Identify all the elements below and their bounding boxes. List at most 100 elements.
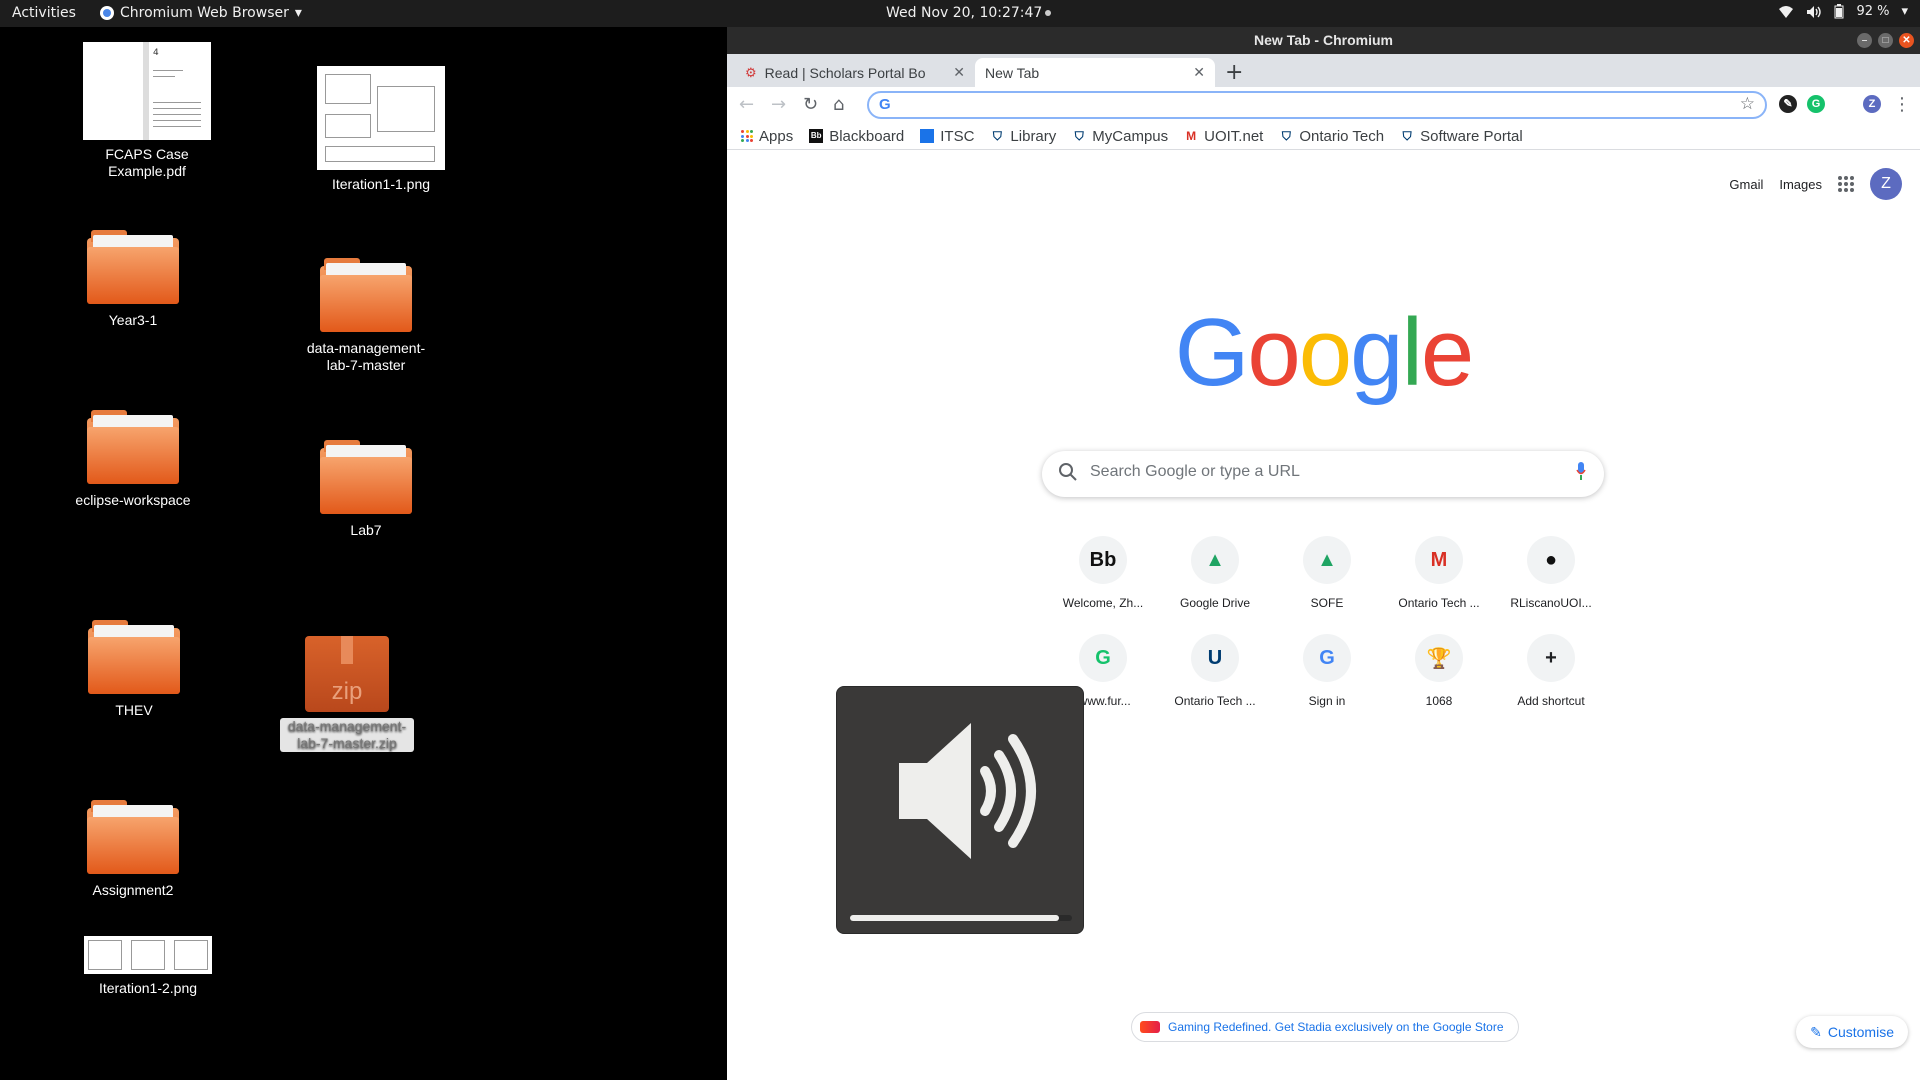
bookmark-label: Software Portal — [1420, 127, 1523, 145]
forward-arrow-icon[interactable]: → — [771, 94, 786, 115]
shortcut-tile[interactable]: ▲ SOFE — [1271, 536, 1383, 610]
speaker-volume-high-icon — [899, 723, 1036, 859]
tab-scholars-portal[interactable]: ⚙ Read | Scholars Portal Bo ✕ — [735, 58, 975, 87]
shortcut-tile[interactable]: G Sign in — [1271, 634, 1383, 708]
bookmarks-bar: Apps Bb Blackboard ITSC ⛉ Library ⛉ MyCa… — [727, 123, 1920, 150]
bookmark-label: ITSC — [940, 127, 975, 145]
app-menu[interactable]: Chromium Web Browser ▾ — [100, 5, 302, 21]
wifi-icon — [1779, 5, 1794, 18]
folder-icon — [87, 230, 179, 304]
bookmark-star-icon[interactable]: ☆ — [1740, 94, 1755, 114]
folder-icon — [320, 440, 412, 514]
window-titlebar[interactable]: New Tab - Chromium – □ ✕ — [727, 27, 1920, 54]
desktop-folder-lab7[interactable]: Lab7 — [281, 440, 451, 539]
ntp-search-input[interactable] — [1090, 463, 1550, 481]
bookmark-apps[interactable]: Apps — [741, 128, 793, 145]
grammarly-icon[interactable]: G — [1807, 95, 1825, 113]
bookmark-software-portal[interactable]: ⛉ Software Portal — [1400, 128, 1523, 145]
desktop-file-iteration1-1[interactable]: Iteration1-1.png — [296, 66, 466, 193]
activities-button[interactable]: Activities — [12, 5, 76, 21]
bookmark-label: Library — [1010, 127, 1057, 145]
folder-icon — [87, 410, 179, 484]
ontariotech-shield-icon: ⛉ — [992, 129, 1002, 143]
stadia-promo[interactable]: Gaming Redefined. Get Stadia exclusively… — [1131, 1012, 1519, 1042]
images-link[interactable]: Images — [1779, 177, 1822, 192]
kebab-menu-icon[interactable]: ⋮ — [1893, 94, 1911, 115]
shortcut-favicon-icon: ▲ — [1191, 536, 1239, 584]
shortcut-tile[interactable]: U Ontario Tech ... — [1159, 634, 1271, 708]
desktop-folder-year3-1[interactable]: Year3-1 — [48, 230, 218, 329]
account-avatar[interactable]: Z — [1870, 168, 1902, 200]
profile-avatar[interactable]: Z — [1863, 95, 1881, 113]
bookmark-itsc[interactable]: ITSC — [920, 128, 974, 145]
desktop-folder-thev[interactable]: THEV — [49, 620, 219, 719]
shortcut-favicon-icon: ▲ — [1303, 536, 1351, 584]
shortcut-label: RLiscanoUOI... — [1510, 596, 1592, 610]
ontariotech-shield-icon: ⛉ — [1281, 129, 1291, 143]
tab-new-tab[interactable]: New Tab ✕ — [975, 58, 1215, 87]
close-window-icon[interactable]: ✕ — [1899, 33, 1914, 48]
desktop-item-label: Iteration1-1.png — [331, 176, 431, 192]
bookmark-uoit-net[interactable]: M UOIT.net — [1184, 128, 1263, 145]
new-tab-plus-icon[interactable]: + — [1225, 60, 1243, 85]
image-thumbnail — [84, 936, 212, 974]
shortcut-favicon-icon: M — [1415, 536, 1463, 584]
ntp-top-links: Gmail Images Z — [1729, 168, 1902, 200]
microphone-icon[interactable] — [1576, 462, 1586, 480]
desktop-folder-data-management[interactable]: data-management-lab-7-master — [281, 258, 451, 374]
omnibox-input[interactable] — [903, 97, 1703, 113]
shortcut-label: SOFE — [1310, 596, 1344, 610]
bookmark-label: Blackboard — [829, 127, 905, 145]
window-title: New Tab - Chromium — [1254, 32, 1393, 48]
customise-button[interactable]: ✎ Customise — [1796, 1016, 1908, 1048]
shortcut-tile[interactable]: Bb Welcome, Zh... — [1047, 536, 1159, 610]
shortcut-tile[interactable]: ▲ Google Drive — [1159, 536, 1271, 610]
bookmark-ontario-tech[interactable]: ⛉ Ontario Tech — [1279, 128, 1384, 145]
close-tab-icon[interactable]: ✕ — [953, 64, 965, 81]
bookmark-blackboard[interactable]: Bb Blackboard — [809, 128, 904, 145]
desktop-item-label: FCAPS Case Example.pdf — [105, 146, 189, 179]
clock[interactable]: Wed Nov 20, 10:27:47 — [886, 5, 1052, 21]
home-icon[interactable]: ⌂ — [833, 94, 844, 115]
shortcut-favicon-icon: + — [1527, 634, 1575, 682]
blackboard-icon: Bb — [809, 129, 824, 143]
pdf-thumbnail: 4 — [83, 42, 211, 140]
volume-osd — [836, 686, 1084, 934]
bookmark-mycampus[interactable]: ⛉ MyCampus — [1072, 128, 1168, 145]
close-tab-icon[interactable]: ✕ — [1193, 64, 1205, 81]
search-icon — [1059, 463, 1077, 481]
ntp-search-box[interactable] — [1042, 451, 1604, 497]
shortcut-tile[interactable]: ● RLiscanoUOI... — [1495, 536, 1607, 610]
minimize-icon[interactable]: – — [1857, 33, 1872, 48]
desktop-item-label: eclipse-workspace — [75, 492, 191, 508]
ontariotech-shield-icon: ⛉ — [1074, 129, 1084, 143]
extension-icon[interactable]: ✎ — [1779, 95, 1797, 113]
shortcut-tile[interactable]: M Ontario Tech ... — [1383, 536, 1495, 610]
folder-icon — [320, 258, 412, 332]
back-arrow-icon[interactable]: ← — [739, 94, 754, 115]
system-tray[interactable]: 92 % ▾ — [1778, 4, 1908, 19]
shortcut-tile[interactable]: + Add shortcut — [1495, 634, 1607, 708]
bookmark-library[interactable]: ⛉ Library — [990, 128, 1056, 145]
shortcut-tile[interactable]: 🏆 1068 — [1383, 634, 1495, 708]
top-bar: Activities Chromium Web Browser ▾ Wed No… — [0, 0, 1920, 27]
gmail-link[interactable]: Gmail — [1729, 177, 1763, 192]
volume-icon — [1807, 5, 1822, 18]
desktop-item-label: Year3-1 — [108, 312, 158, 328]
desktop-folder-assignment2[interactable]: Assignment2 — [48, 800, 218, 899]
zip-archive-icon: zip — [305, 636, 389, 712]
desktop-folder-eclipse-workspace[interactable]: eclipse-workspace — [48, 410, 218, 509]
shortcut-favicon-icon: U — [1191, 634, 1239, 682]
reload-icon[interactable]: ↻ — [803, 94, 818, 115]
desktop-file-fcaps-pdf[interactable]: 4 FCAPS Case Example.pdf — [62, 42, 232, 180]
desktop-item-label: data-management-lab-7-master.zip — [280, 718, 414, 752]
tab-strip: ⚙ Read | Scholars Portal Bo ✕ New Tab ✕ … — [727, 54, 1920, 87]
shortcut-label: Ontario Tech ... — [1398, 596, 1480, 610]
omnibox[interactable]: G ☆ — [867, 91, 1767, 119]
maximize-icon[interactable]: □ — [1878, 33, 1893, 48]
desktop-file-zip[interactable]: zip data-management-lab-7-master.zip — [262, 636, 432, 752]
google-apps-icon[interactable] — [1838, 176, 1854, 192]
tab-title: Read | Scholars Portal Bo — [764, 64, 926, 81]
chevron-down-icon: ▾ — [1901, 4, 1908, 19]
desktop-file-iteration1-2[interactable]: Iteration1-2.png — [63, 936, 233, 997]
